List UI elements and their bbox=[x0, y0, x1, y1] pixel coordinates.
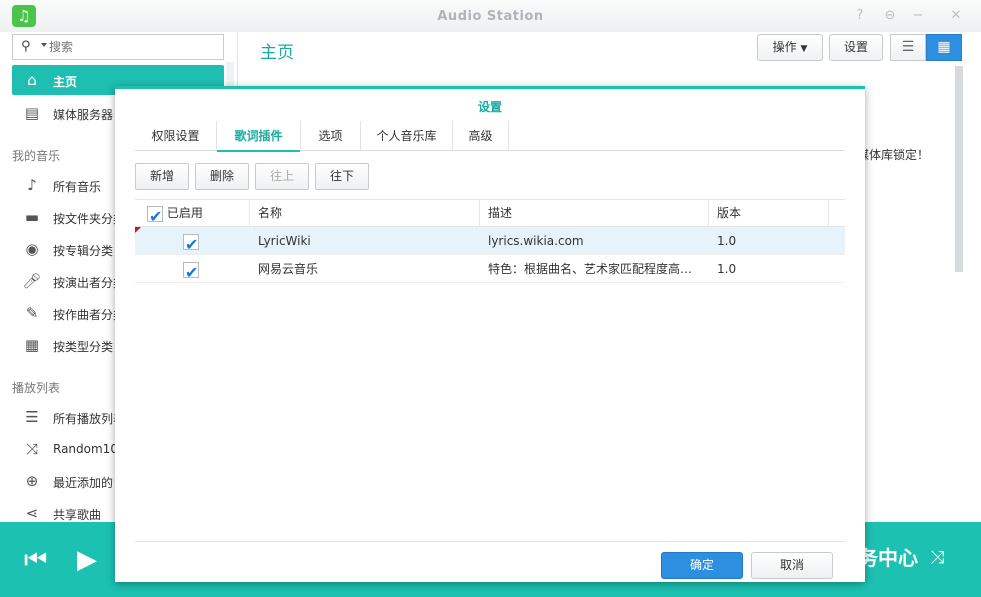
search-icon[interactable]: ⚲ bbox=[21, 39, 37, 55]
actions-label: 操作 bbox=[772, 40, 797, 54]
row-enabled[interactable] bbox=[175, 227, 250, 255]
col-description[interactable]: 描述 bbox=[480, 200, 709, 227]
col-name[interactable]: 名称 bbox=[250, 200, 480, 227]
row-version: 1.0 bbox=[717, 262, 737, 276]
tab-permissions[interactable]: 权限设置 bbox=[135, 121, 217, 151]
delete-button[interactable]: 删除 bbox=[195, 163, 249, 190]
sidebar-item-label: 最近添加的 bbox=[53, 476, 114, 490]
actions-button[interactable]: 操作 ▼ bbox=[757, 34, 823, 61]
sidebar-item-label: 所有音乐 bbox=[53, 180, 102, 194]
list-view-icon[interactable]: ☰ bbox=[890, 34, 926, 61]
add-circle-icon: ⊕ bbox=[25, 472, 39, 490]
playlist-icon: ☰ bbox=[25, 408, 39, 426]
shuffle-icon: ⤨ bbox=[25, 440, 38, 458]
table-header: 已启用 名称 描述 版本 bbox=[135, 199, 845, 230]
table-row[interactable]: 网易云音乐 特色：根据曲名、艺术家匹配程度高低... 1.0 bbox=[135, 255, 845, 283]
row-enabled[interactable] bbox=[175, 255, 250, 283]
search-box[interactable]: ⚲ bbox=[12, 34, 224, 60]
library-locked-message: 媒体库锁定！ bbox=[857, 148, 930, 162]
row-description: 特色：根据曲名、艺术家匹配程度高低... bbox=[488, 262, 702, 276]
section-playlists: 播放列表 bbox=[12, 381, 61, 395]
row-enabled-checkbox[interactable] bbox=[183, 259, 199, 283]
dialog-title: 设置 bbox=[477, 100, 502, 114]
music-note-icon: ♪ bbox=[27, 176, 37, 194]
close-icon[interactable]: ✕ bbox=[948, 8, 964, 24]
table-row[interactable]: LyricWiki lyrics.wikia.com 1.0 bbox=[135, 227, 845, 255]
pin-icon[interactable]: ⊖ bbox=[882, 8, 898, 24]
cancel-button[interactable]: 取消 bbox=[751, 552, 833, 579]
row-enabled-checkbox[interactable] bbox=[183, 231, 199, 255]
media-server-icon: ▤ bbox=[24, 104, 40, 122]
plugin-table: 已启用 名称 描述 版本 LyricWiki lyrics.wikia.com … bbox=[135, 199, 845, 283]
folder-icon: ▬ bbox=[24, 208, 40, 226]
share-icon: ⋖ bbox=[25, 504, 39, 522]
select-all-checkbox[interactable] bbox=[147, 203, 163, 230]
play-icon[interactable]: ▶ bbox=[77, 545, 97, 575]
ok-button[interactable]: 确定 bbox=[661, 552, 743, 579]
chevron-down-icon[interactable] bbox=[41, 43, 47, 47]
tab-lyrics-plugin[interactable]: 歌词插件 bbox=[217, 121, 301, 152]
minimize-icon[interactable]: − bbox=[910, 8, 926, 24]
settings-button[interactable]: 设置 bbox=[829, 34, 883, 61]
search-input[interactable] bbox=[49, 38, 219, 56]
home-icon: ⌂ bbox=[27, 71, 37, 89]
help-icon[interactable]: ? bbox=[852, 8, 868, 24]
window-title: Audio Station bbox=[437, 9, 544, 24]
album-icon: ◉ bbox=[25, 240, 39, 258]
sidebar-item-label: 按专辑分类 bbox=[53, 244, 114, 258]
settings-dialog: 设置 权限设置 歌词插件 选项 个人音乐库 高级 新增 删除 往上 往下 已启用… bbox=[115, 86, 865, 582]
row-name: 网易云音乐 bbox=[258, 262, 319, 276]
col-enabled-label: 已启用 bbox=[166, 206, 203, 220]
chevron-down-icon: ▼ bbox=[800, 44, 808, 54]
footer-divider bbox=[135, 541, 845, 542]
sidebar-item-label: 共享歌曲 bbox=[53, 508, 102, 522]
shuffle-icon[interactable]: ⤨ bbox=[930, 547, 944, 568]
grid-icon: ▦ bbox=[24, 336, 40, 354]
move-up-button[interactable]: 往上 bbox=[255, 163, 309, 190]
title-bar: ♫ Audio Station ? ⊖ − ✕ bbox=[0, 0, 981, 32]
row-name: LyricWiki bbox=[258, 234, 311, 248]
page-title: 主页 bbox=[260, 43, 294, 63]
sidebar-item-label: 主页 bbox=[53, 75, 78, 89]
col-version[interactable]: 版本 bbox=[709, 200, 829, 227]
main-scrollbar[interactable] bbox=[955, 66, 963, 272]
row-marker bbox=[135, 227, 141, 233]
tab-options[interactable]: 选项 bbox=[301, 121, 361, 151]
pen-icon: ✎ bbox=[25, 304, 39, 322]
tab-personal-library[interactable]: 个人音乐库 bbox=[361, 121, 453, 151]
microphone-icon: 🎤︎ bbox=[22, 272, 42, 290]
dialog-tabs: 权限设置 歌词插件 选项 个人音乐库 高级 bbox=[135, 121, 845, 152]
sidebar-item-label: 媒体服务器 bbox=[53, 108, 114, 122]
sidebar-item-label: 按类型分类 bbox=[53, 340, 114, 354]
tab-advanced[interactable]: 高级 bbox=[453, 121, 509, 151]
add-button[interactable]: 新增 bbox=[135, 163, 189, 190]
grid-view-icon[interactable]: ▦ bbox=[926, 34, 962, 61]
col-enabled[interactable]: 已启用 bbox=[135, 200, 250, 230]
previous-track-icon[interactable]: ⏮︎ bbox=[24, 545, 47, 575]
row-description: lyrics.wikia.com bbox=[488, 234, 584, 248]
section-my-music: 我的音乐 bbox=[12, 149, 61, 163]
row-version: 1.0 bbox=[717, 234, 737, 248]
move-down-button[interactable]: 往下 bbox=[315, 163, 369, 190]
